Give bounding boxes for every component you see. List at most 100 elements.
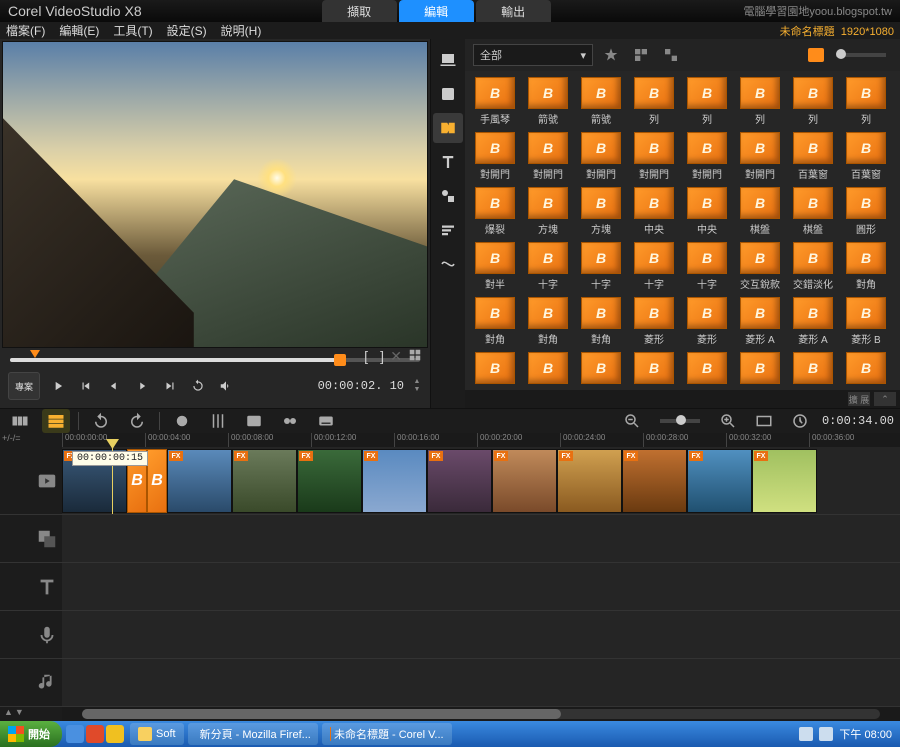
go-start-button[interactable] bbox=[76, 376, 96, 396]
transition-item[interactable]: B棋盤 bbox=[736, 187, 784, 236]
voice-track[interactable] bbox=[62, 611, 900, 659]
video-track-header[interactable] bbox=[0, 447, 62, 515]
transition-tab-icon[interactable] bbox=[433, 113, 463, 143]
transition-item[interactable]: B bbox=[789, 352, 837, 384]
transition-clip[interactable]: B bbox=[147, 449, 167, 513]
favorite-icon[interactable] bbox=[599, 44, 623, 66]
filter-tab-icon[interactable] bbox=[433, 215, 463, 245]
transition-item[interactable]: B對半 bbox=[471, 242, 519, 291]
title-track[interactable] bbox=[62, 563, 900, 611]
redo-icon[interactable] bbox=[123, 409, 151, 433]
preview-scrubber[interactable]: [ ] ✕ bbox=[2, 348, 428, 366]
transition-item[interactable]: B十字 bbox=[683, 242, 731, 291]
video-clip[interactable]: FX bbox=[557, 449, 622, 513]
play-button[interactable] bbox=[48, 376, 68, 396]
timeline-view-icon[interactable] bbox=[42, 409, 70, 433]
menu-help[interactable]: 說明(H) bbox=[221, 22, 262, 39]
transition-item[interactable]: B列 bbox=[736, 77, 784, 126]
video-clip[interactable]: FX bbox=[622, 449, 687, 513]
sort-icon[interactable] bbox=[659, 44, 683, 66]
split-clip-icon[interactable] bbox=[408, 348, 422, 367]
transition-item[interactable]: B爆裂 bbox=[471, 187, 519, 236]
collapse-button[interactable]: ⌃ bbox=[874, 392, 896, 406]
transition-item[interactable]: B十字 bbox=[630, 242, 678, 291]
menu-file[interactable]: 檔案(F) bbox=[6, 22, 45, 39]
quick-ie-icon[interactable] bbox=[66, 725, 84, 743]
clear-marks-icon[interactable]: ✕ bbox=[390, 348, 402, 365]
menu-edit[interactable]: 編輯(E) bbox=[59, 22, 99, 39]
fit-project-icon[interactable] bbox=[750, 409, 778, 433]
title-tab-icon[interactable] bbox=[433, 147, 463, 177]
overlay-track[interactable] bbox=[62, 515, 900, 563]
menu-settings[interactable]: 設定(S) bbox=[167, 22, 207, 39]
transition-item[interactable]: B對開門 bbox=[524, 132, 572, 181]
subtitle-icon[interactable] bbox=[312, 409, 340, 433]
zoom-slider[interactable] bbox=[660, 419, 700, 423]
transition-item[interactable]: B對開門 bbox=[630, 132, 678, 181]
zoom-out-icon[interactable] bbox=[618, 409, 646, 433]
transition-item[interactable]: B bbox=[577, 352, 625, 384]
transition-item[interactable]: B對角 bbox=[842, 242, 890, 291]
apply-all-icon[interactable] bbox=[629, 44, 653, 66]
transition-item[interactable]: B對開門 bbox=[683, 132, 731, 181]
transition-item[interactable]: B十字 bbox=[524, 242, 572, 291]
thumb-size-slider[interactable] bbox=[836, 53, 886, 57]
transition-item[interactable]: B對角 bbox=[524, 297, 572, 346]
music-track[interactable] bbox=[62, 659, 900, 707]
transition-item[interactable]: B菱形 bbox=[683, 297, 731, 346]
tray-icon[interactable] bbox=[819, 727, 833, 741]
title-track-header[interactable] bbox=[0, 563, 62, 611]
mark-in-icon[interactable]: [ bbox=[364, 348, 368, 364]
quick-chrome-icon[interactable] bbox=[106, 725, 124, 743]
transition-item[interactable]: B交互銳款 bbox=[736, 242, 784, 291]
volume-button[interactable] bbox=[216, 376, 236, 396]
tray-icon[interactable] bbox=[799, 727, 813, 741]
transition-item[interactable]: B菱形 A bbox=[789, 297, 837, 346]
transition-item[interactable]: B方塊 bbox=[524, 187, 572, 236]
taskbar-button[interactable]: 新分頁 - Mozilla Firef... bbox=[188, 723, 318, 745]
transition-item[interactable]: B bbox=[842, 352, 890, 384]
storyboard-view-icon[interactable] bbox=[6, 409, 34, 433]
transition-item[interactable]: B bbox=[524, 352, 572, 384]
transition-item[interactable]: B棋盤 bbox=[789, 187, 837, 236]
transition-item[interactable]: B對開門 bbox=[736, 132, 784, 181]
scroll-up-icon[interactable]: ▲ bbox=[4, 707, 13, 721]
transition-item[interactable]: B箭號 bbox=[577, 77, 625, 126]
time-ruler[interactable]: 00:00:00:0000:00:04:0000:00:08:0000:00:1… bbox=[62, 433, 900, 447]
transition-item[interactable]: B中央 bbox=[683, 187, 731, 236]
video-clip[interactable]: FX bbox=[492, 449, 557, 513]
transition-item[interactable]: B中央 bbox=[630, 187, 678, 236]
mark-out-icon[interactable]: ] bbox=[380, 348, 384, 364]
mixer-icon[interactable] bbox=[204, 409, 232, 433]
video-track[interactable]: 00:00:00:15 FXBBFXFXFXFXFXFXFXFXFXFX bbox=[62, 447, 900, 515]
transition-item[interactable]: B百葉窗 bbox=[842, 132, 890, 181]
transition-item[interactable]: B手風琴 bbox=[471, 77, 519, 126]
transition-item[interactable]: B菱形 B bbox=[842, 297, 890, 346]
scroll-down-icon[interactable]: ▼ bbox=[15, 707, 24, 721]
transition-item[interactable]: B箭號 bbox=[524, 77, 572, 126]
voice-track-header[interactable] bbox=[0, 611, 62, 659]
transition-item[interactable]: B對角 bbox=[471, 297, 519, 346]
transition-item[interactable]: B bbox=[736, 352, 784, 384]
transition-item[interactable]: B對開門 bbox=[577, 132, 625, 181]
transition-item[interactable]: B列 bbox=[842, 77, 890, 126]
transition-item[interactable]: B圓形 bbox=[842, 187, 890, 236]
tab-capture[interactable]: 擷取 bbox=[322, 0, 397, 22]
undo-icon[interactable] bbox=[87, 409, 115, 433]
transition-item[interactable]: B方塊 bbox=[577, 187, 625, 236]
video-clip[interactable]: FX bbox=[427, 449, 492, 513]
transition-item[interactable]: B菱形 A bbox=[736, 297, 784, 346]
project-duration-icon[interactable] bbox=[786, 409, 814, 433]
instant-tab-icon[interactable] bbox=[433, 79, 463, 109]
video-clip[interactable]: FX bbox=[232, 449, 297, 513]
transition-item[interactable]: B bbox=[683, 352, 731, 384]
prev-frame-button[interactable] bbox=[104, 376, 124, 396]
tab-edit[interactable]: 編輯 bbox=[399, 0, 474, 22]
transition-item[interactable]: B列 bbox=[789, 77, 837, 126]
record-icon[interactable] bbox=[168, 409, 196, 433]
timecode-stepper[interactable]: ▲▼ bbox=[412, 378, 422, 394]
next-frame-button[interactable] bbox=[132, 376, 152, 396]
transition-item[interactable]: B十字 bbox=[577, 242, 625, 291]
go-end-button[interactable] bbox=[160, 376, 180, 396]
scrub-handle[interactable] bbox=[334, 354, 346, 366]
